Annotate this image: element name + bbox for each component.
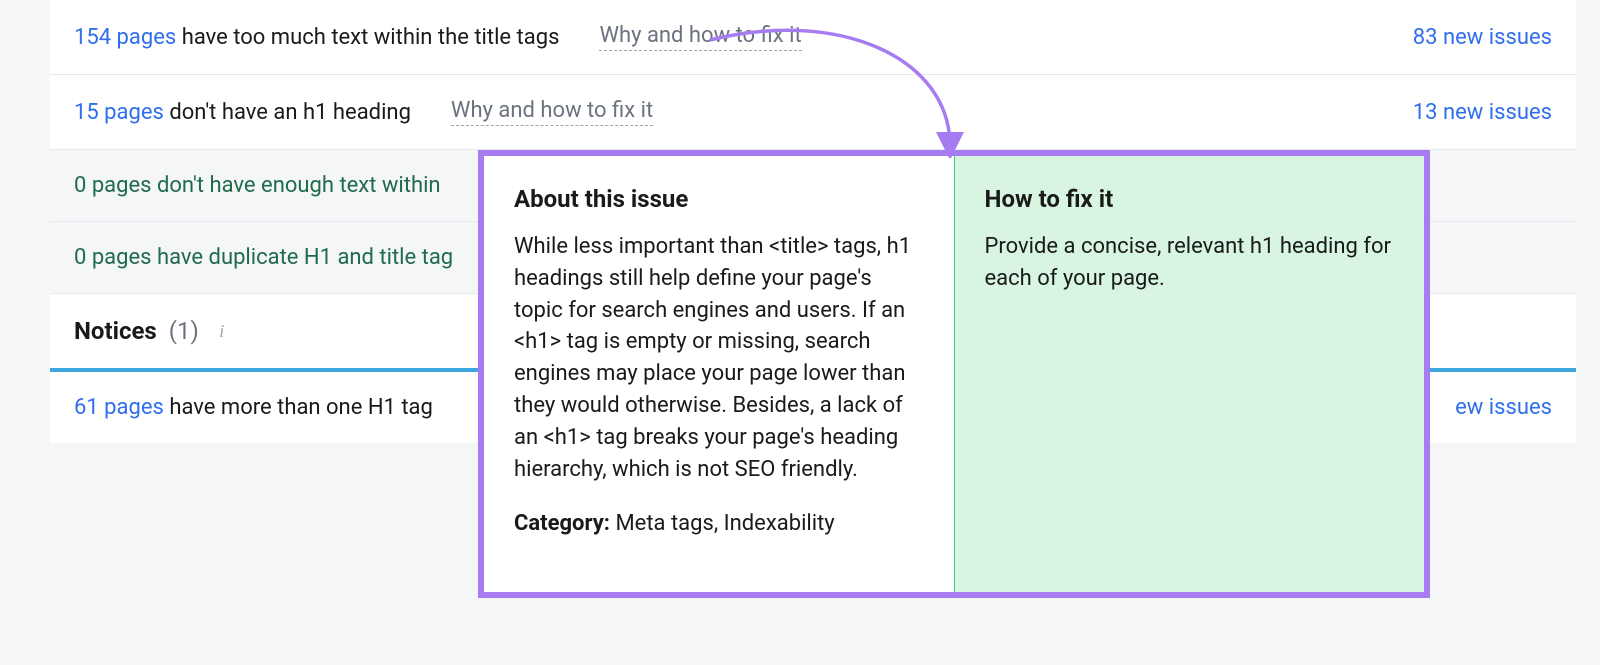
new-issues-link[interactable]: 13 new issues bbox=[1413, 100, 1552, 125]
issue-description: don't have an h1 heading bbox=[164, 100, 411, 125]
issue-text[interactable]: 15 pages don't have an h1 heading bbox=[74, 100, 411, 125]
issue-count-link[interactable]: 61 pages bbox=[74, 395, 164, 420]
category-line: Category: Meta tags, Indexability bbox=[514, 508, 924, 540]
issue-count-link[interactable]: 0 pages bbox=[74, 173, 152, 198]
issue-description: don't have enough text within bbox=[152, 173, 441, 198]
issue-description: have more than one H1 tag bbox=[164, 395, 433, 420]
fix-title: How to fix it bbox=[985, 182, 1395, 217]
issue-text[interactable]: 0 pages don't have enough text within bbox=[74, 173, 441, 198]
issue-row: 15 pages don't have an h1 heading Why an… bbox=[50, 75, 1576, 150]
issue-text[interactable]: 61 pages have more than one H1 tag bbox=[74, 395, 433, 420]
issue-count-link[interactable]: 15 pages bbox=[74, 100, 164, 125]
why-how-link[interactable]: Why and how to fix it bbox=[599, 23, 801, 51]
issue-popover: About this issue While less important th… bbox=[478, 150, 1430, 598]
new-issues-link[interactable]: ew issues bbox=[1455, 395, 1552, 420]
section-title: Notices bbox=[74, 317, 157, 345]
info-icon[interactable]: i bbox=[211, 320, 233, 342]
issue-count-link[interactable]: 154 pages bbox=[74, 25, 176, 50]
about-body: While less important than <title> tags, … bbox=[514, 231, 924, 486]
new-issues-link[interactable]: 83 new issues bbox=[1413, 25, 1552, 50]
issue-count-link[interactable]: 0 pages bbox=[74, 245, 152, 270]
issue-row: 154 pages have too much text within the … bbox=[50, 0, 1576, 75]
issue-description: have too much text within the title tags bbox=[176, 25, 559, 50]
fix-body: Provide a concise, relevant h1 heading f… bbox=[985, 231, 1395, 295]
about-title: About this issue bbox=[514, 182, 924, 217]
category-label: Category: bbox=[514, 511, 610, 536]
issue-text[interactable]: 154 pages have too much text within the … bbox=[74, 25, 559, 50]
why-how-link[interactable]: Why and how to fix it bbox=[451, 98, 653, 126]
issue-description: have duplicate H1 and title tag bbox=[152, 245, 454, 270]
category-value: Meta tags, Indexability bbox=[610, 511, 835, 536]
section-count: (1) bbox=[169, 317, 199, 345]
about-column: About this issue While less important th… bbox=[484, 156, 955, 592]
fix-column: How to fix it Provide a concise, relevan… bbox=[955, 156, 1425, 592]
issue-text[interactable]: 0 pages have duplicate H1 and title tag bbox=[74, 245, 453, 270]
